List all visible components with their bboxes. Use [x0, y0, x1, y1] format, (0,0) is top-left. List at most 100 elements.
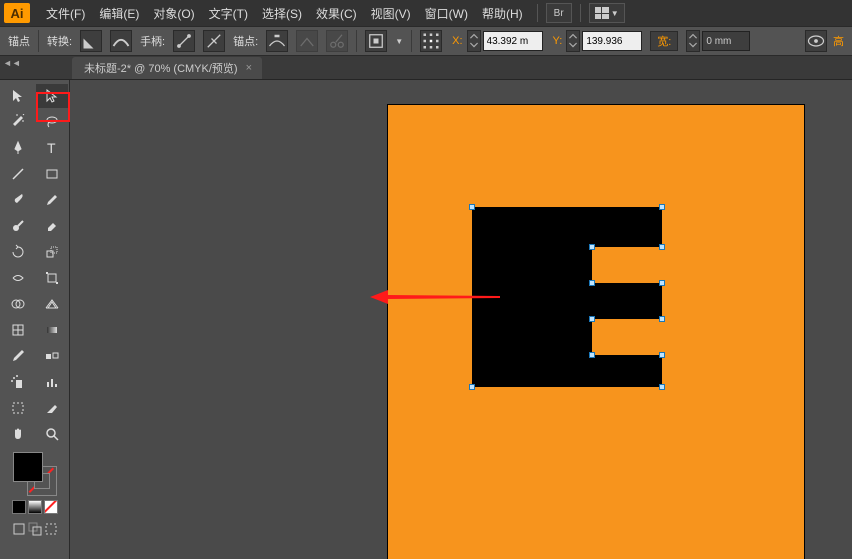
- width-tool[interactable]: [2, 266, 34, 290]
- zoom-tool[interactable]: [36, 422, 68, 446]
- menu-view[interactable]: 视图(V): [365, 3, 417, 24]
- pen-tool[interactable]: [2, 136, 34, 160]
- y-stepper[interactable]: [566, 30, 580, 52]
- eraser-tool[interactable]: [36, 214, 68, 238]
- handle-hide-button[interactable]: [203, 30, 225, 52]
- anchor-point[interactable]: [589, 316, 595, 322]
- anchor-point[interactable]: [659, 384, 665, 390]
- draw-inside-button[interactable]: [44, 522, 58, 536]
- handle-show-button[interactable]: [173, 30, 195, 52]
- anchor-point[interactable]: [589, 244, 595, 250]
- menu-window[interactable]: 窗口(W): [419, 3, 474, 24]
- convert-corner-button[interactable]: [80, 30, 102, 52]
- document-tab-bar: 未标题-2* @ 70% (CMYK/预览) ×: [0, 56, 852, 80]
- separator: [411, 30, 412, 52]
- anchor-point[interactable]: [469, 204, 475, 210]
- none-mode-button[interactable]: [44, 500, 58, 514]
- anchor-point[interactable]: [469, 384, 475, 390]
- mesh-tool[interactable]: [2, 318, 34, 342]
- column-graph-tool[interactable]: [36, 370, 68, 394]
- bridge-button[interactable]: Br: [546, 3, 572, 23]
- menu-file[interactable]: 文件(F): [40, 3, 91, 24]
- convert-smooth-button[interactable]: [110, 30, 132, 52]
- menu-bar: Ai 文件(F) 编辑(E) 对象(O) 文字(T) 选择(S) 效果(C) 视…: [0, 0, 852, 26]
- type-tool[interactable]: T: [36, 136, 68, 160]
- corner-icon: [81, 31, 101, 51]
- draw-behind-button[interactable]: [28, 522, 42, 536]
- paintbrush-tool[interactable]: [2, 188, 34, 212]
- canvas-area[interactable]: [70, 80, 852, 559]
- line-segment-tool[interactable]: [2, 162, 34, 186]
- cut-path-button[interactable]: [326, 30, 348, 52]
- draw-normal-button[interactable]: [12, 522, 26, 536]
- fill-stroke-swatch[interactable]: [13, 452, 57, 496]
- lasso-tool[interactable]: [36, 110, 68, 134]
- anchor-point[interactable]: [659, 316, 665, 322]
- workspace: T: [0, 80, 852, 559]
- anchor-point[interactable]: [589, 352, 595, 358]
- eye-icon: [806, 31, 826, 51]
- menu-edit[interactable]: 编辑(E): [93, 3, 145, 24]
- menu-select[interactable]: 选择(S): [256, 3, 308, 24]
- convert-label: 转换:: [47, 33, 72, 49]
- gradient-tool[interactable]: [36, 318, 68, 342]
- document-tab[interactable]: 未标题-2* @ 70% (CMYK/预览) ×: [72, 57, 262, 79]
- stepper-icon: [567, 31, 579, 50]
- slice-tool[interactable]: [36, 396, 68, 420]
- isolate-button[interactable]: [365, 30, 387, 52]
- reference-point-button[interactable]: [420, 30, 442, 52]
- anchor-label: 锚点: [8, 33, 30, 49]
- eyedropper-tool[interactable]: [2, 344, 34, 368]
- rotate-tool[interactable]: [2, 240, 34, 264]
- annotation-arrow: [370, 290, 500, 304]
- menu-object[interactable]: 对象(O): [147, 3, 200, 24]
- color-mode-button[interactable]: [12, 500, 26, 514]
- handle-cut-icon: [204, 31, 224, 51]
- blend-tool[interactable]: [36, 344, 68, 368]
- menu-effect[interactable]: 效果(C): [310, 3, 363, 24]
- stepper-icon: [468, 31, 480, 50]
- stroke-input[interactable]: [702, 31, 750, 51]
- align-stroke-button[interactable]: [805, 30, 827, 52]
- symbol-sprayer-tool[interactable]: [2, 370, 34, 394]
- hand-tool[interactable]: [2, 422, 34, 446]
- close-icon[interactable]: ×: [246, 62, 252, 74]
- shape-builder-tool[interactable]: [2, 292, 34, 316]
- scale-tool[interactable]: [36, 240, 68, 264]
- anchor-point[interactable]: [589, 280, 595, 286]
- control-bar: 锚点 转换: 手柄: 锚点: ▼ X:: [0, 26, 852, 56]
- anchor-point[interactable]: [659, 352, 665, 358]
- stroke-weight-group: [686, 30, 750, 52]
- pencil-tool[interactable]: [36, 188, 68, 212]
- x-input[interactable]: [483, 31, 543, 51]
- smooth-icon: [111, 31, 131, 51]
- width-label-button[interactable]: 宽:: [650, 31, 678, 51]
- rectangle-tool[interactable]: [36, 162, 68, 186]
- perspective-grid-tool[interactable]: [36, 292, 68, 316]
- app-logo: Ai: [4, 3, 30, 23]
- arrange-documents-button[interactable]: ▼: [589, 3, 625, 23]
- fill-swatch[interactable]: [13, 452, 43, 482]
- y-input[interactable]: [582, 31, 642, 51]
- artboard-tool[interactable]: [2, 396, 34, 420]
- anchor-point[interactable]: [659, 280, 665, 286]
- stroke-stepper[interactable]: [686, 30, 700, 52]
- anchor-point[interactable]: [659, 204, 665, 210]
- magic-wand-tool[interactable]: [2, 110, 34, 134]
- selection-tool[interactable]: [2, 84, 34, 108]
- panel-collapse-icon[interactable]: ◄◄: [3, 58, 21, 68]
- handle-icon: [174, 31, 194, 51]
- connect-anchor-button[interactable]: [296, 30, 318, 52]
- anchor-point[interactable]: [659, 244, 665, 250]
- menu-type[interactable]: 文字(T): [203, 3, 254, 24]
- menu-help[interactable]: 帮助(H): [476, 3, 529, 24]
- direct-selection-tool[interactable]: [36, 84, 68, 108]
- selected-shape[interactable]: [472, 207, 662, 387]
- remove-anchor-button[interactable]: [266, 30, 288, 52]
- separator: [38, 30, 39, 52]
- free-transform-tool[interactable]: [36, 266, 68, 290]
- gradient-mode-button[interactable]: [28, 500, 42, 514]
- x-stepper[interactable]: [467, 30, 481, 52]
- blob-brush-tool[interactable]: [2, 214, 34, 238]
- chevron-down-icon: ▼: [395, 37, 403, 46]
